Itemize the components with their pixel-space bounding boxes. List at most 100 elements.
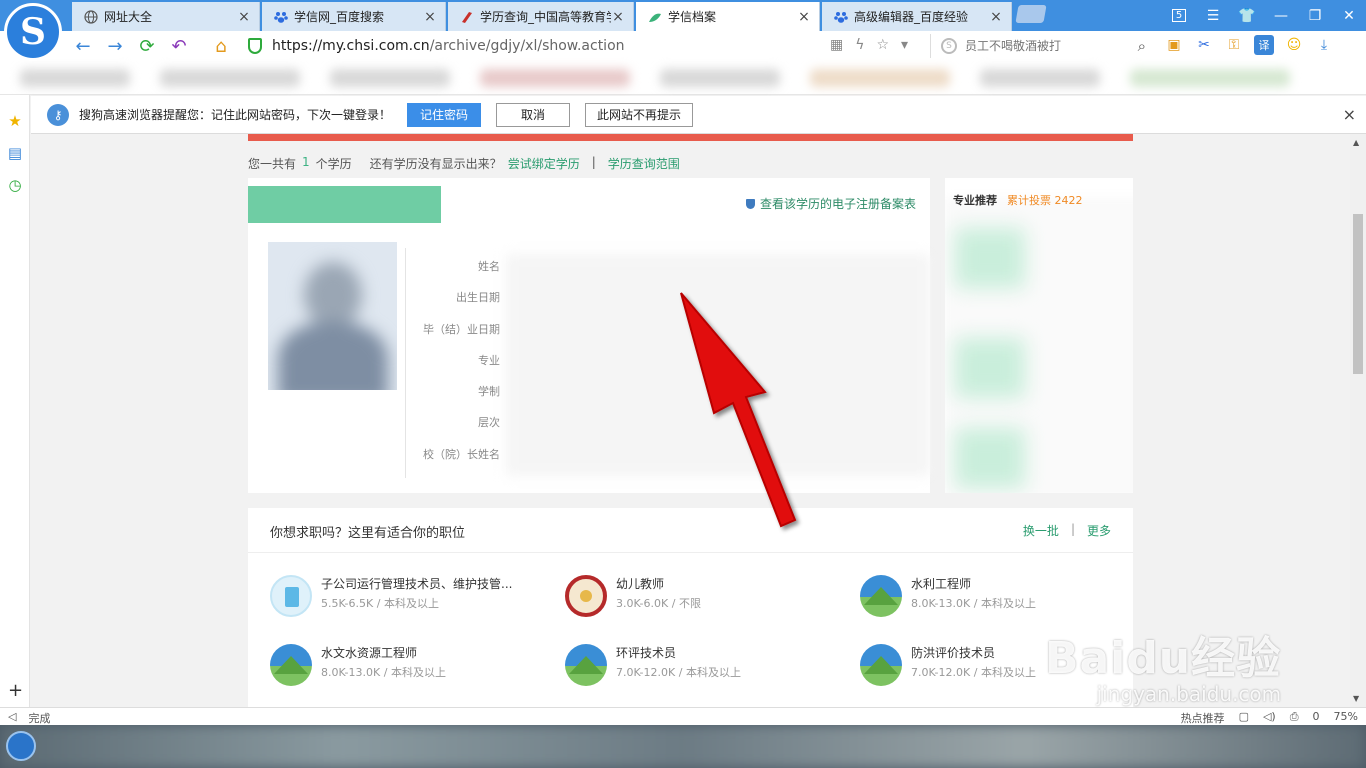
job-name[interactable]: 防洪评价技术员 bbox=[911, 644, 995, 661]
forward-icon[interactable]: → bbox=[104, 35, 126, 57]
more-jobs-link[interactable]: 更多 bbox=[1087, 522, 1111, 539]
query-scope-link[interactable]: 学历查询范围 bbox=[608, 155, 680, 172]
history-icon[interactable]: ◷ bbox=[5, 175, 25, 195]
job-name[interactable]: 环评技术员 bbox=[616, 644, 676, 661]
undo-close-icon[interactable]: ↶ bbox=[168, 35, 190, 57]
job-item[interactable]: 环评技术员 7.0K-12.0K / 本科及以上 bbox=[565, 644, 835, 690]
job-separator: / bbox=[376, 597, 381, 610]
smiley-icon[interactable]: ☺ bbox=[1284, 35, 1304, 55]
tab-close-icon[interactable]: × bbox=[237, 9, 251, 25]
translate-icon[interactable]: 译 bbox=[1254, 35, 1274, 55]
divider bbox=[405, 248, 406, 478]
status-left: ◁ 完成 bbox=[8, 710, 50, 726]
menu-icon[interactable]: ☰ bbox=[1196, 0, 1230, 31]
never-prompt-button[interactable]: 此网站不再提示 bbox=[585, 102, 694, 127]
page-header-strip bbox=[248, 134, 1133, 141]
cancel-button[interactable]: 取消 bbox=[496, 102, 571, 127]
scissors-icon[interactable]: ✂ bbox=[1194, 35, 1214, 55]
tab-close-icon[interactable]: × bbox=[423, 9, 437, 25]
bind-degree-link[interactable]: 尝试绑定学历 bbox=[508, 155, 580, 172]
job-item[interactable]: 水文水资源工程师 8.0K-13.0K / 本科及以上 bbox=[270, 644, 540, 690]
shield-icon bbox=[745, 198, 755, 209]
add-sidebar-icon[interactable]: + bbox=[8, 680, 23, 701]
tab-close-icon[interactable]: × bbox=[611, 9, 625, 25]
restore-icon[interactable]: ❐ bbox=[1298, 0, 1332, 31]
back-icon[interactable]: ← bbox=[72, 35, 94, 57]
dropdown-icon[interactable]: ▾ bbox=[901, 37, 908, 53]
password-message: 搜狗高速浏览器提醒您：记住此网站密码，下次一键登录！ bbox=[79, 108, 392, 122]
job-education: 不限 bbox=[678, 597, 701, 610]
count-suffix: 个学历 bbox=[315, 157, 352, 171]
tab-close-icon[interactable]: × bbox=[797, 9, 811, 25]
collapse-sidebar-icon[interactable]: ◁ bbox=[8, 710, 16, 726]
key-icon[interactable]: ⚿ bbox=[1224, 35, 1244, 55]
tab-xuexin-dangan[interactable]: 学信档案 × bbox=[636, 2, 820, 31]
remember-password-button[interactable]: 记住密码 bbox=[407, 102, 482, 127]
tab-label: 高级编辑器_百度经验 bbox=[854, 10, 969, 24]
field-label: 出生日期 bbox=[456, 291, 500, 305]
field-label: 毕（结）业日期 bbox=[423, 322, 500, 336]
job-separator: / bbox=[671, 597, 676, 610]
job-name[interactable]: 水利工程师 bbox=[911, 575, 971, 592]
bookmark-blur bbox=[330, 69, 450, 87]
zoom-level[interactable]: 75% bbox=[1334, 710, 1358, 726]
window-count-icon[interactable]: 5 bbox=[1162, 0, 1196, 31]
sound-icon[interactable]: ◁) bbox=[1263, 710, 1276, 726]
print-icon[interactable]: ⎙ bbox=[1290, 710, 1299, 726]
job-name[interactable]: 子公司运行管理技术员、维护技管... bbox=[321, 575, 512, 592]
scroll-up-icon[interactable]: ▲ bbox=[1353, 138, 1359, 147]
qr-code-icon[interactable]: ▦ bbox=[830, 37, 843, 53]
close-icon[interactable]: × bbox=[1343, 105, 1356, 124]
registration-table-label: 查看该学历的电子注册备案表 bbox=[759, 197, 916, 211]
skin-icon[interactable]: 👕 bbox=[1230, 0, 1264, 31]
home-icon[interactable]: ⌂ bbox=[210, 35, 232, 57]
job-name[interactable]: 水文水资源工程师 bbox=[321, 644, 417, 661]
scroll-down-icon[interactable]: ▼ bbox=[1353, 694, 1359, 703]
vote-count: 累计投票 2422 bbox=[1007, 194, 1083, 207]
job-name[interactable]: 幼儿教师 bbox=[616, 575, 664, 592]
degree-count-line: 您一共有 1 个学历 还有学历没有显示出来？ 尝试绑定学历 | 学历查询范围 bbox=[248, 155, 680, 172]
job-item[interactable]: 幼儿教师 3.0K-6.0K / 不限 bbox=[565, 575, 835, 621]
refresh-jobs-link[interactable]: 换一批 bbox=[1023, 522, 1059, 539]
tab-xuexin-baidu[interactable]: 学信网_百度搜索 × bbox=[262, 2, 446, 31]
adblock-count[interactable]: 0 bbox=[1313, 710, 1320, 726]
separator: | bbox=[1070, 522, 1075, 536]
tab-baidu-jingyan[interactable]: 高级编辑器_百度经验 × bbox=[822, 2, 1012, 31]
bookmarks-bar bbox=[0, 61, 1366, 95]
star-icon[interactable]: ☆ bbox=[876, 37, 889, 53]
tab-label: 学信网_百度搜索 bbox=[294, 10, 385, 24]
job-item[interactable]: 子公司运行管理技术员、维护技管... 5.5K-6.5K / 本科及以上 bbox=[270, 575, 540, 621]
missing-question: 还有学历没有显示出来？ bbox=[369, 157, 502, 171]
search-input[interactable] bbox=[965, 39, 1135, 53]
window-count-badge: 5 bbox=[1171, 9, 1187, 22]
search-icon[interactable]: ⌕ bbox=[1138, 37, 1146, 55]
reader-icon[interactable]: ▤ bbox=[5, 143, 25, 163]
job-separator: / bbox=[678, 666, 683, 679]
refresh-icon[interactable]: ⟳ bbox=[136, 35, 158, 57]
scroll-thumb[interactable] bbox=[1353, 214, 1363, 374]
status-icon[interactable]: ▢ bbox=[1239, 710, 1249, 726]
tab-label: 学信档案 bbox=[668, 10, 717, 24]
page-scrollbar[interactable]: ▲ ▼ bbox=[1350, 134, 1366, 707]
new-tab-button[interactable] bbox=[1015, 5, 1047, 23]
mountain-icon bbox=[565, 644, 607, 686]
extension-icon[interactable]: ▣ bbox=[1164, 35, 1184, 55]
address-toolbar: ← → ⟳ ↶ ⌂ https://my.chsi.com.cn/archive… bbox=[0, 31, 1366, 61]
minimize-icon[interactable]: — bbox=[1264, 0, 1298, 31]
tab-wangzhi[interactable]: 网址大全 × bbox=[72, 2, 260, 31]
mountain-icon bbox=[270, 644, 312, 686]
registration-table-link[interactable]: 查看该学历的电子注册备案表 bbox=[745, 195, 916, 212]
bookmark-blur bbox=[660, 69, 780, 87]
tab-xueli-chaxun[interactable]: 学历查询_中国高等教育学 × bbox=[448, 2, 634, 31]
hot-recommend[interactable]: 热点推荐 bbox=[1181, 710, 1225, 726]
job-item[interactable]: 水利工程师 8.0K-13.0K / 本科及以上 bbox=[860, 575, 1130, 621]
close-window-icon[interactable]: ✕ bbox=[1332, 0, 1366, 31]
bookmark-blur bbox=[20, 69, 130, 87]
start-button[interactable] bbox=[6, 731, 36, 761]
download-icon[interactable]: ⤓ bbox=[1314, 35, 1334, 55]
url-field[interactable]: https://my.chsi.com.cn/archive/gdjy/xl/s… bbox=[248, 35, 928, 57]
favorites-icon[interactable]: ★ bbox=[5, 111, 25, 131]
lightning-icon[interactable]: ϟ bbox=[855, 37, 864, 53]
tab-close-icon[interactable]: × bbox=[989, 9, 1003, 25]
recommend-blur bbox=[955, 428, 1025, 488]
